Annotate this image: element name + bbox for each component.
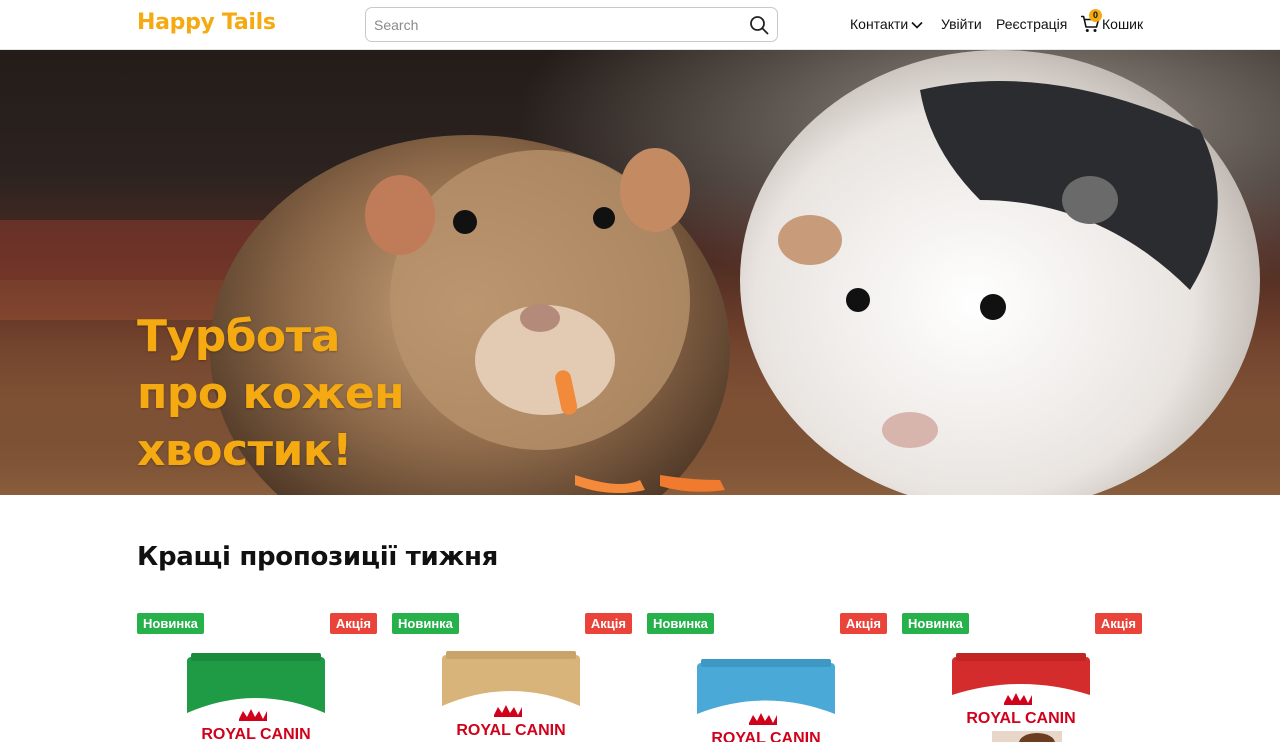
offers-title: Кращі пропозиції тижня — [137, 542, 499, 572]
badge-sale: Акція — [584, 613, 632, 634]
product-card[interactable]: Новинка Акція ROYAL CANIN — [392, 613, 632, 742]
hero-title-line: хвостик! — [137, 425, 352, 476]
badge-new: Новинка — [902, 613, 969, 634]
badge-new: Новинка — [392, 613, 459, 634]
product-card[interactable]: Новинка Акція ROYAL CANIN — [902, 613, 1142, 742]
hero-banner: Турбота про кожен хвостик! — [0, 50, 1280, 495]
brand-text: ROYAL CANIN — [201, 726, 310, 742]
search-icon[interactable] — [749, 15, 769, 35]
badge-new: Новинка — [647, 613, 714, 634]
nav-contacts-dropdown[interactable]: Контакти — [850, 16, 923, 32]
site-header: Happy Tails Контакти Увійти Реєстрація 0… — [0, 0, 1280, 50]
hero-title-line: Турбота — [137, 311, 340, 362]
nav-register-link[interactable]: Реєстрація — [996, 16, 1067, 32]
nav-contacts-label: Контакти — [850, 16, 909, 32]
badge-new: Новинка — [137, 613, 204, 634]
hero-title-line: про кожен — [137, 368, 405, 419]
badge-sale: Акція — [329, 613, 377, 634]
product-card[interactable]: Новинка Акція ROYAL CANIN — [137, 613, 377, 742]
search-input[interactable] — [374, 8, 734, 41]
nav-login-link[interactable]: Увійти — [941, 16, 982, 32]
badge-sale: Акція — [839, 613, 887, 634]
cart-label: Кошик — [1102, 16, 1144, 32]
product-image: ROYAL CANIN — [187, 653, 325, 742]
product-image: ROYAL CANIN — [952, 653, 1090, 742]
chevron-down-icon — [911, 16, 923, 32]
product-image: ROYAL CANIN — [697, 659, 835, 742]
logo[interactable]: Happy Tails — [137, 10, 276, 35]
hero-title: Турбота про кожен хвостик! — [137, 308, 457, 479]
cart-count-badge: 0 — [1089, 9, 1102, 22]
brand-text: ROYAL CANIN — [711, 730, 820, 742]
product-card[interactable]: Новинка Акція ROYAL CANIN — [647, 613, 887, 742]
brand-text: ROYAL CANIN — [456, 722, 565, 739]
product-image: ROYAL CANIN — [442, 651, 580, 742]
badge-sale: Акція — [1094, 613, 1142, 634]
search-bar — [365, 7, 778, 42]
brand-text: ROYAL CANIN — [966, 710, 1075, 727]
